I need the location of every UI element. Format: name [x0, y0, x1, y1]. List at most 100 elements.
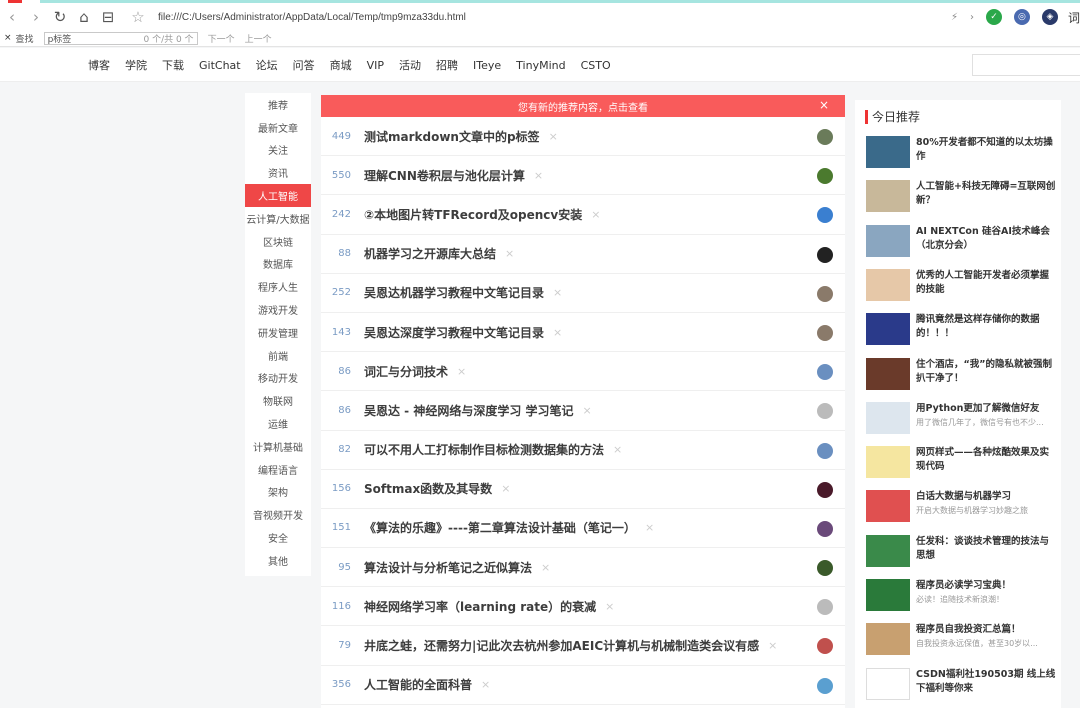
recommend-title[interactable]: 腾讯竟然是这样存储你的数据的！！！ [916, 313, 1056, 341]
dismiss-icon[interactable]: × [768, 639, 777, 652]
dismiss-icon[interactable]: × [481, 678, 490, 691]
avatar[interactable] [817, 520, 833, 537]
avatar[interactable] [817, 285, 833, 302]
forward-arrow-icon[interactable]: › [24, 5, 48, 29]
recommend-title[interactable]: AI NEXTCon 硅谷AI技术峰会（北京分会） [916, 225, 1056, 253]
nav-link[interactable]: CSTO [581, 59, 611, 72]
thumbnail-image[interactable] [866, 224, 910, 257]
article-title[interactable]: 机器学习之开源库大总结 [364, 245, 496, 262]
article-title[interactable]: 《算法的乐趣》----第二章算法设计基础（笔记一） [364, 519, 636, 536]
nav-link[interactable]: 学院 [125, 57, 147, 73]
article-row[interactable]: 151 《算法的乐趣》----第二章算法设计基础（笔记一） × [321, 509, 845, 549]
article-title[interactable]: 吴恩达 - 神经网络与深度学习 学习笔记 [364, 402, 574, 419]
find-next-button[interactable]: 下一个 [208, 32, 235, 45]
avatar[interactable] [817, 168, 833, 185]
dismiss-icon[interactable]: × [505, 247, 514, 260]
category-item[interactable]: 推荐 [245, 93, 311, 116]
thumbnail-image[interactable] [866, 623, 910, 656]
article-title[interactable]: 吴恩达深度学习教程中文笔记目录 [364, 324, 544, 341]
recommend-item[interactable]: AI NEXTCon 硅谷AI技术峰会（北京分会） [866, 224, 1056, 265]
avatar[interactable] [817, 246, 833, 263]
avatar[interactable] [817, 677, 833, 694]
thumbnail-image[interactable] [866, 401, 910, 434]
article-row[interactable]: 86 吴恩达 - 神经网络与深度学习 学习笔记 × [321, 391, 845, 431]
thumbnail-image[interactable] [866, 313, 910, 346]
find-prev-button[interactable]: 上一个 [245, 32, 272, 45]
dismiss-icon[interactable]: × [553, 286, 562, 299]
home-icon[interactable]: ⌂ [72, 5, 96, 29]
category-item[interactable]: 计算机基础 [245, 435, 311, 458]
nav-link[interactable]: 论坛 [256, 57, 278, 73]
category-item[interactable]: 资讯 [245, 161, 311, 184]
translate-text[interactable]: 词 [1068, 9, 1080, 26]
category-item[interactable]: 关注 [245, 139, 311, 162]
article-title[interactable]: ②本地图片转TFRecord及opencv安装 [364, 206, 582, 223]
bookmark-star-icon[interactable]: ☆ [126, 5, 150, 29]
nav-link[interactable]: GitChat [199, 59, 241, 72]
thumbnail-image[interactable] [866, 534, 910, 567]
article-title[interactable]: 可以不用人工打标制作目标检测数据集的方法 [364, 441, 604, 458]
recommend-title[interactable]: 程序员自我投资汇总篇！ [916, 623, 1056, 637]
reload-icon[interactable]: ↻ [48, 5, 72, 29]
avatar[interactable] [817, 599, 833, 616]
dismiss-icon[interactable]: × [534, 169, 543, 182]
article-row[interactable]: 156 Softmax函数及其导数 × [321, 470, 845, 509]
article-row[interactable]: 95 算法设计与分析笔记之近似算法 × [321, 548, 845, 588]
recommend-title[interactable]: CSDN福利社190503期 线上线下福利等你来 [916, 668, 1056, 696]
recommend-item[interactable]: 白话大数据与机器学习 开启大数据与机器学习妙趣之旅 [866, 490, 1056, 530]
article-row[interactable]: 550 理解CNN卷积层与池化层计算 × [321, 156, 845, 196]
avatar[interactable] [817, 324, 833, 341]
category-item[interactable]: 区块链 [245, 230, 311, 253]
close-icon[interactable]: × [819, 98, 829, 112]
article-title[interactable]: 井底之蛙，还需努力|记此次去杭州参加AEIC计算机与机械制造类会议有感 [364, 637, 759, 654]
nav-link[interactable]: 问答 [293, 57, 315, 73]
category-item[interactable]: 人工智能 [245, 184, 311, 207]
category-item[interactable]: 物联网 [245, 389, 311, 412]
lightning-icon[interactable]: ⚡ [951, 12, 958, 23]
thumbnail-image[interactable] [866, 180, 910, 213]
category-item[interactable]: 前端 [245, 344, 311, 367]
dismiss-icon[interactable]: × [591, 208, 600, 221]
article-row[interactable]: 79 井底之蛙，还需努力|记此次去杭州参加AEIC计算机与机械制造类会议有感 × [321, 626, 845, 666]
category-item[interactable]: 运维 [245, 412, 311, 435]
dismiss-icon[interactable]: × [501, 482, 510, 495]
close-icon[interactable]: × [4, 33, 12, 43]
avatar[interactable] [817, 638, 833, 655]
active-tab-indicator[interactable] [8, 0, 22, 3]
nav-link[interactable]: 活动 [399, 57, 421, 73]
recommend-title[interactable]: 住个酒店，“我”的隐私就被强制扒干净了！ [916, 358, 1056, 386]
recommend-title[interactable]: 白话大数据与机器学习 [916, 490, 1056, 504]
avatar[interactable] [817, 364, 833, 381]
category-item[interactable]: 安全 [245, 526, 311, 549]
category-item[interactable]: 程序人生 [245, 275, 311, 298]
nav-link[interactable]: ITeye [473, 59, 501, 72]
dismiss-icon[interactable]: × [457, 365, 466, 378]
recommend-title[interactable]: 用Python更加了解微信好友 [916, 402, 1056, 416]
article-row[interactable]: 82 可以不用人工打标制作目标检测数据集的方法 × [321, 431, 845, 470]
thumbnail-image[interactable] [866, 667, 910, 700]
article-row[interactable]: 86 词汇与分词技术 × [321, 352, 845, 392]
recommend-item[interactable]: 网页样式——各种炫酷效果及实现代码 [866, 446, 1056, 486]
avatar[interactable] [817, 442, 833, 459]
article-title[interactable]: 词汇与分词技术 [364, 363, 448, 380]
avatar[interactable] [817, 403, 833, 420]
dismiss-icon[interactable]: × [605, 600, 614, 613]
reader-mode-icon[interactable]: ⊟ [96, 5, 120, 29]
recommend-title[interactable]: 优秀的人工智能开发者必须掌握的技能 [916, 269, 1056, 297]
category-item[interactable]: 移动开发 [245, 367, 311, 390]
nav-link[interactable]: 博客 [88, 57, 110, 73]
dismiss-icon[interactable]: × [583, 404, 592, 417]
category-item[interactable]: 最新文章 [245, 116, 311, 139]
nav-link[interactable]: 招聘 [436, 57, 458, 73]
category-item[interactable]: 云计算/大数据 [245, 207, 311, 230]
extension-icon[interactable]: ✓ [985, 9, 1002, 25]
article-title[interactable]: 测试markdown文章中的p标签 [364, 128, 540, 145]
recommend-item[interactable]: 腾讯竟然是这样存储你的数据的！！！ [866, 313, 1056, 353]
nav-link[interactable]: 商城 [330, 57, 352, 73]
article-row[interactable]: 242 ②本地图片转TFRecord及opencv安装 × [321, 195, 845, 235]
article-title[interactable]: 理解CNN卷积层与池化层计算 [364, 167, 525, 184]
article-row[interactable]: 252 吴恩达机器学习教程中文笔记目录 × [321, 274, 845, 313]
recommend-item[interactable]: 程序员必读学习宝典！ 必读！追随技术新浪潮！ [866, 579, 1056, 619]
recommend-item[interactable]: 用Python更加了解微信好友 用了微信几年了，微信号有也不少... [866, 401, 1056, 442]
thumbnail-image[interactable] [866, 268, 910, 301]
